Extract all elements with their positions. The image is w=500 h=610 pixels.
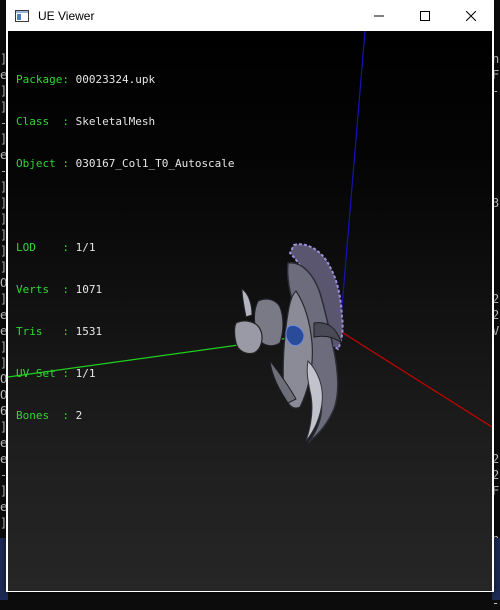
bones-value: 2 — [75, 409, 83, 422]
info-spacer — [16, 199, 235, 213]
lod-label: LOD : — [16, 241, 69, 254]
minimize-button[interactable] — [356, 0, 402, 31]
mesh-viewport[interactable]: Package: 00023324.upk Class : SkeletalMe… — [8, 31, 492, 591]
uvset-label: UV Set : — [16, 367, 69, 380]
info-row-lod: LOD : 1/1 — [16, 241, 235, 255]
maximize-button[interactable] — [402, 0, 448, 31]
info-row-bones: Bones : 2 — [16, 409, 235, 423]
object-label: Object : — [16, 157, 69, 170]
class-label: Class : — [16, 115, 69, 128]
axis-x-line — [339, 330, 492, 428]
object-value: 030167_Col1_T0_Autoscale — [75, 157, 235, 170]
info-row-object: Object : 030167_Col1_T0_Autoscale — [16, 157, 235, 171]
tris-label: Tris : — [16, 325, 69, 338]
uvset-value: 1/1 — [75, 367, 96, 380]
info-row-verts: Verts : 1071 — [16, 283, 235, 297]
window-title: UE Viewer — [38, 8, 95, 23]
verts-value: 1071 — [75, 283, 103, 296]
app-window-icon — [15, 9, 29, 22]
close-icon — [466, 10, 476, 21]
tris-value: 1531 — [75, 325, 103, 338]
axis-z-line — [339, 31, 366, 332]
ue-viewer-window[interactable]: UE Viewer Package: 00023324.upk Class: … — [6, 0, 494, 592]
close-button[interactable] — [448, 0, 494, 31]
verts-label: Verts : — [16, 283, 69, 296]
lod-value: 1/1 — [75, 241, 96, 254]
title-bar[interactable]: UE Viewer — [6, 0, 494, 31]
info-row-tris: Tris : 1531 — [16, 325, 235, 339]
package-value: 00023324.upk — [75, 73, 156, 86]
class-value: SkeletalMesh — [75, 115, 156, 128]
info-row-class: Class : SkeletalMesh — [16, 115, 235, 129]
info-row-package: Package: 00023324.upk — [16, 73, 235, 87]
package-label: Package: — [16, 73, 69, 86]
maximize-icon — [420, 10, 430, 21]
bones-label: Bones : — [16, 409, 69, 422]
minimize-icon — [374, 15, 384, 16]
info-row-uvset: UV Set : 1/1 — [16, 367, 235, 381]
mesh-info-panel: Package: 00023324.upk Class : SkeletalMe… — [16, 45, 235, 451]
skeletal-mesh-model — [233, 243, 344, 444]
